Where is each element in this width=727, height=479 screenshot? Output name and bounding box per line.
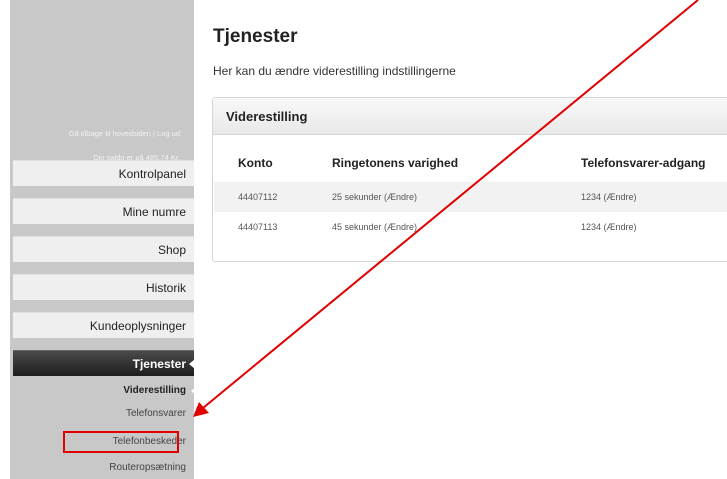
voicemail-access-link[interactable]: 1234 (Ændre) (581, 182, 637, 212)
header-konto: Konto (238, 156, 273, 170)
page-subtitle: Her kan du ændre viderestilling indstill… (213, 64, 456, 78)
annotation-highlight-box (63, 431, 179, 453)
nav-tjenester[interactable]: Tjenester (13, 350, 194, 376)
panel-title: Viderestilling (213, 98, 727, 135)
subnav-viderestilling[interactable]: Viderestilling (10, 382, 194, 400)
nav-mine-numre[interactable]: Mine numre (13, 198, 194, 224)
ringtone-duration-link[interactable]: 45 sekunder (Ændre) (332, 212, 417, 242)
nav-kontrolpanel[interactable]: Kontrolpanel (13, 160, 194, 186)
table-row: 44407113 45 sekunder (Ændre) 1234 (Ændre… (214, 212, 727, 242)
account-number: 44407112 (238, 192, 278, 202)
account-info: Gå tilbage til hovedsiden | Log ud Din s… (10, 128, 194, 164)
voicemail-access-link[interactable]: 1234 (Ændre) (581, 212, 637, 242)
ringtone-duration-link[interactable]: 25 sekunder (Ændre) (332, 182, 417, 212)
sidebar: Gå tilbage til hovedsiden | Log ud Din s… (10, 0, 194, 479)
header-voicemail-access: Telefonsvarer-adgang (581, 156, 706, 170)
nav-kundeoplysninger[interactable]: Kundeoplysninger (13, 312, 194, 338)
subnav-routeropsaetning[interactable]: Routeropsætning (10, 459, 194, 477)
header-ringtone-duration: Ringetonens varighed (332, 156, 459, 170)
forwarding-table: Konto Ringetonens varighed Telefonsvarer… (214, 148, 727, 242)
back-logout-link[interactable]: Gå tilbage til hovedsiden | Log ud (10, 128, 180, 140)
nav-shop[interactable]: Shop (13, 236, 194, 262)
account-number: 44407113 (238, 222, 278, 232)
forwarding-panel: Viderestilling Konto Ringetonens varighe… (212, 97, 727, 262)
subnav-telefonsvarer[interactable]: Telefonsvarer (10, 405, 194, 423)
nav-historik[interactable]: Historik (13, 274, 194, 300)
table-row: 44407112 25 sekunder (Ændre) 1234 (Ændre… (214, 182, 727, 212)
table-header: Konto Ringetonens varighed Telefonsvarer… (214, 148, 727, 182)
page-title: Tjenester (213, 26, 298, 47)
